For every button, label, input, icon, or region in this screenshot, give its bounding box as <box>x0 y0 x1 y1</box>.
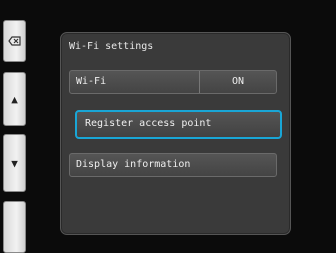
wifi-settings-panel: Wi-Fi settings Wi-Fi ON Register access … <box>60 32 291 235</box>
wifi-label: Wi-Fi <box>76 76 107 87</box>
panel-title: Wi-Fi settings <box>69 41 154 52</box>
register-access-point-label: Register access point <box>85 118 212 129</box>
scroll-up-button[interactable]: ▲ <box>3 72 26 126</box>
back-button[interactable] <box>3 20 26 62</box>
up-arrow-icon: ▲ <box>11 92 18 106</box>
blank-side-button[interactable] <box>3 201 26 253</box>
wifi-toggle-row[interactable]: Wi-Fi ON <box>69 70 277 94</box>
scroll-down-button[interactable]: ▼ <box>3 134 26 192</box>
wifi-status-value[interactable]: ON <box>200 76 276 87</box>
display-information-button[interactable]: Display information <box>69 153 277 177</box>
display-information-label: Display information <box>76 159 191 170</box>
down-arrow-icon: ▼ <box>11 156 18 170</box>
back-delete-icon <box>8 36 21 46</box>
register-access-point-button[interactable]: Register access point <box>75 110 282 139</box>
